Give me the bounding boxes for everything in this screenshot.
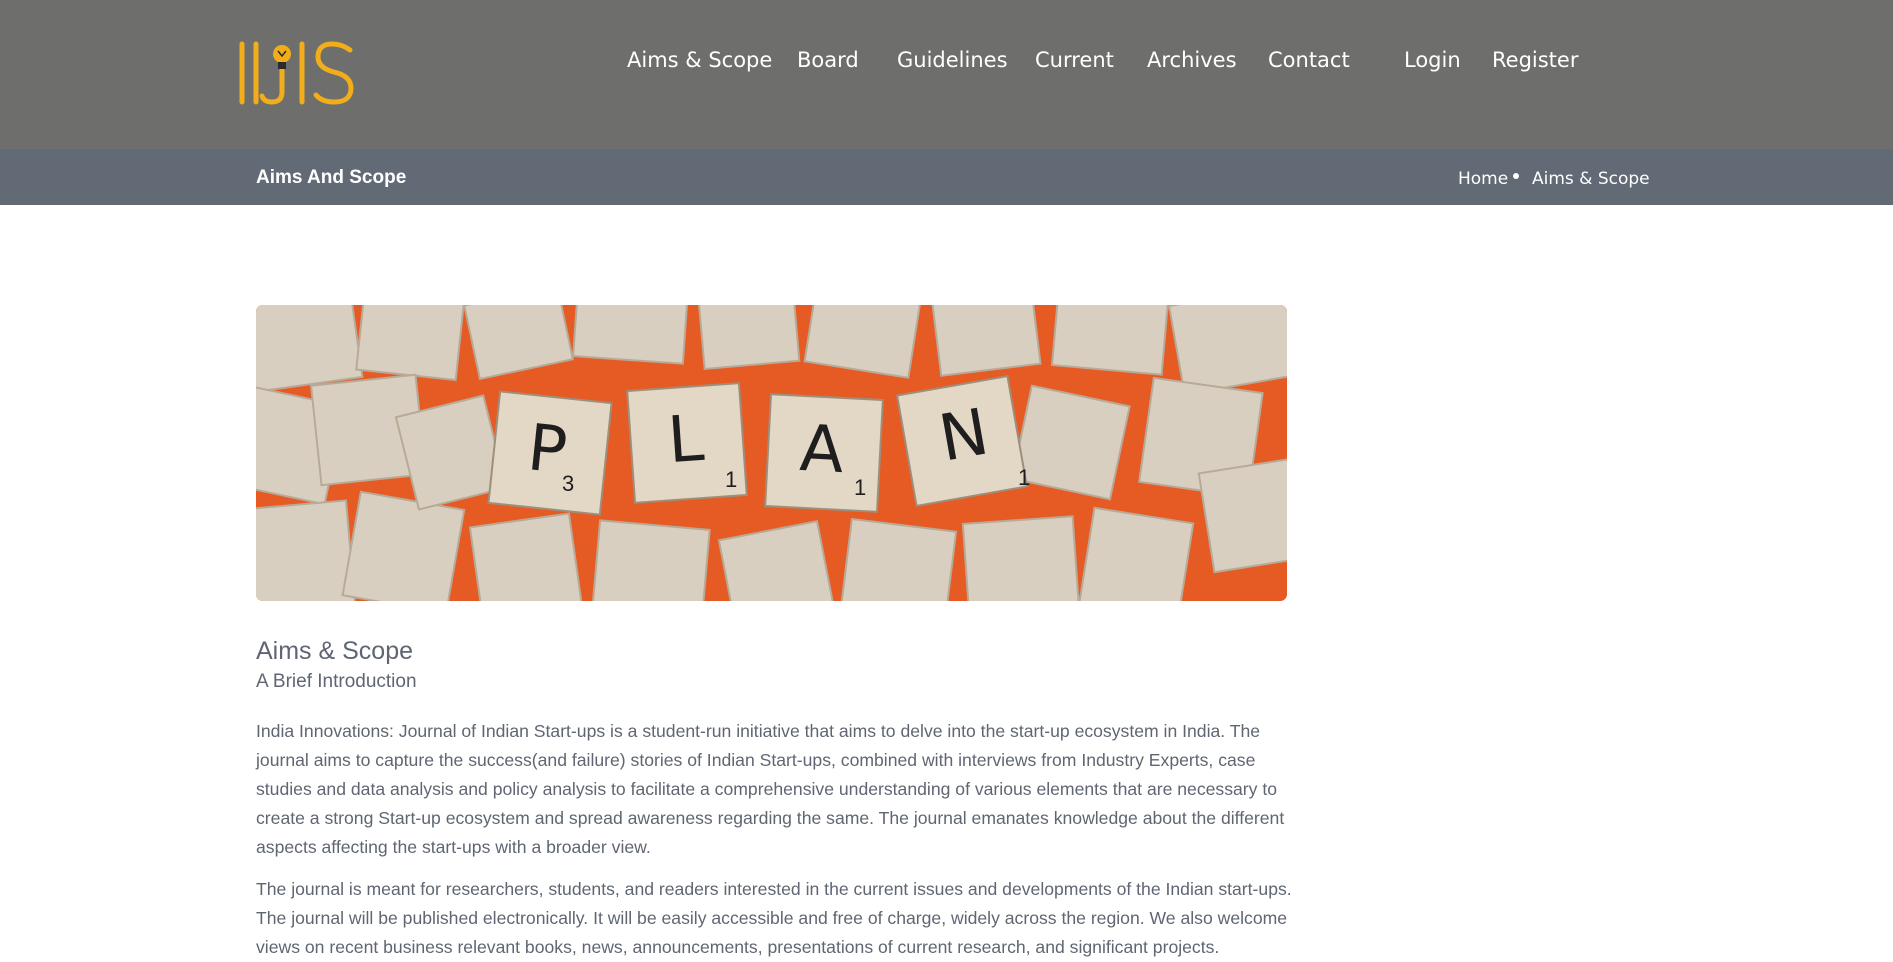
hero-image: P L A N 3 1 1 1 bbox=[256, 305, 1287, 601]
nav-register[interactable]: Register bbox=[1492, 48, 1578, 72]
nav-guidelines[interactable]: Guidelines bbox=[897, 48, 1008, 72]
breadcrumb-separator bbox=[1513, 173, 1519, 179]
tile-score-l: 1 bbox=[725, 467, 738, 492]
section-title: Aims & Scope bbox=[256, 637, 414, 665]
page-title: Aims And Scope bbox=[256, 167, 407, 188]
tile-score-a: 1 bbox=[854, 475, 867, 500]
intro-paragraph: India Innovations: Journal of Indian Sta… bbox=[256, 721, 1285, 857]
tile-score-p: 3 bbox=[562, 471, 575, 496]
site-logo[interactable] bbox=[238, 40, 360, 106]
breadcrumb-home[interactable]: Home bbox=[1458, 169, 1508, 189]
tile-letter-a: A bbox=[798, 411, 846, 489]
nav-archives[interactable]: Archives bbox=[1147, 48, 1237, 72]
nav-board[interactable]: Board bbox=[797, 48, 859, 72]
audience-paragraph: The journal is meant for researchers, st… bbox=[256, 879, 1292, 957]
nav-aims-scope[interactable]: Aims & Scope bbox=[627, 48, 772, 72]
scrabble-plan-image bbox=[256, 305, 1287, 601]
nav-contact[interactable]: Contact bbox=[1268, 48, 1350, 72]
nav-current[interactable]: Current bbox=[1035, 48, 1114, 72]
section-subtitle: A Brief Introduction bbox=[256, 671, 417, 692]
tile-score-n: 1 bbox=[1018, 465, 1031, 490]
tile-letter-l: L bbox=[665, 401, 707, 479]
breadcrumb-current: Aims & Scope bbox=[1532, 169, 1650, 189]
nav-login[interactable]: Login bbox=[1404, 48, 1461, 72]
